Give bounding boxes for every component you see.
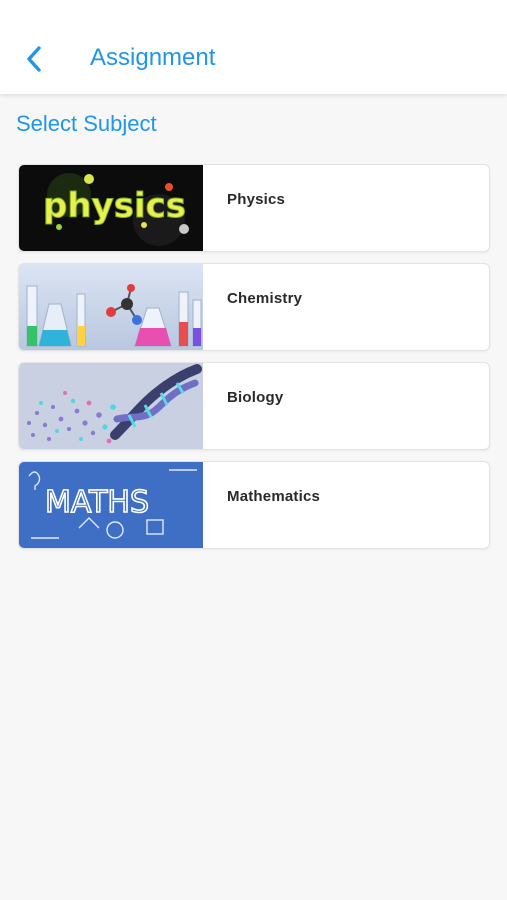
top-app-bar: Assignment bbox=[0, 0, 507, 94]
mathematics-thumbnail: MATHS bbox=[19, 462, 203, 548]
subject-card-mathematics[interactable]: MATHS Mathematics bbox=[18, 461, 490, 549]
mathematics-thumbnail-text: MATHS bbox=[45, 485, 149, 520]
subject-label: Biology bbox=[227, 389, 284, 406]
subject-label: Physics bbox=[227, 191, 286, 208]
section-title: Select Subject bbox=[16, 111, 157, 136]
physics-thumbnail-text: physics bbox=[43, 186, 186, 226]
biology-thumbnail bbox=[19, 363, 203, 449]
subject-card-physics[interactable]: physics Physics bbox=[18, 164, 490, 252]
physics-thumbnail: physics bbox=[19, 165, 203, 251]
subject-label: Mathematics bbox=[227, 488, 321, 505]
subject-list: physics Physics Chemistry Biology MATHS … bbox=[18, 164, 490, 560]
page-title: Assignment bbox=[90, 44, 216, 71]
subject-label: Chemistry bbox=[227, 290, 303, 307]
chemistry-thumbnail bbox=[19, 264, 203, 350]
back-button[interactable] bbox=[18, 42, 52, 76]
subject-card-biology[interactable]: Biology bbox=[18, 362, 490, 450]
subject-card-chemistry[interactable]: Chemistry bbox=[18, 263, 490, 351]
chevron-left-icon bbox=[27, 46, 41, 72]
